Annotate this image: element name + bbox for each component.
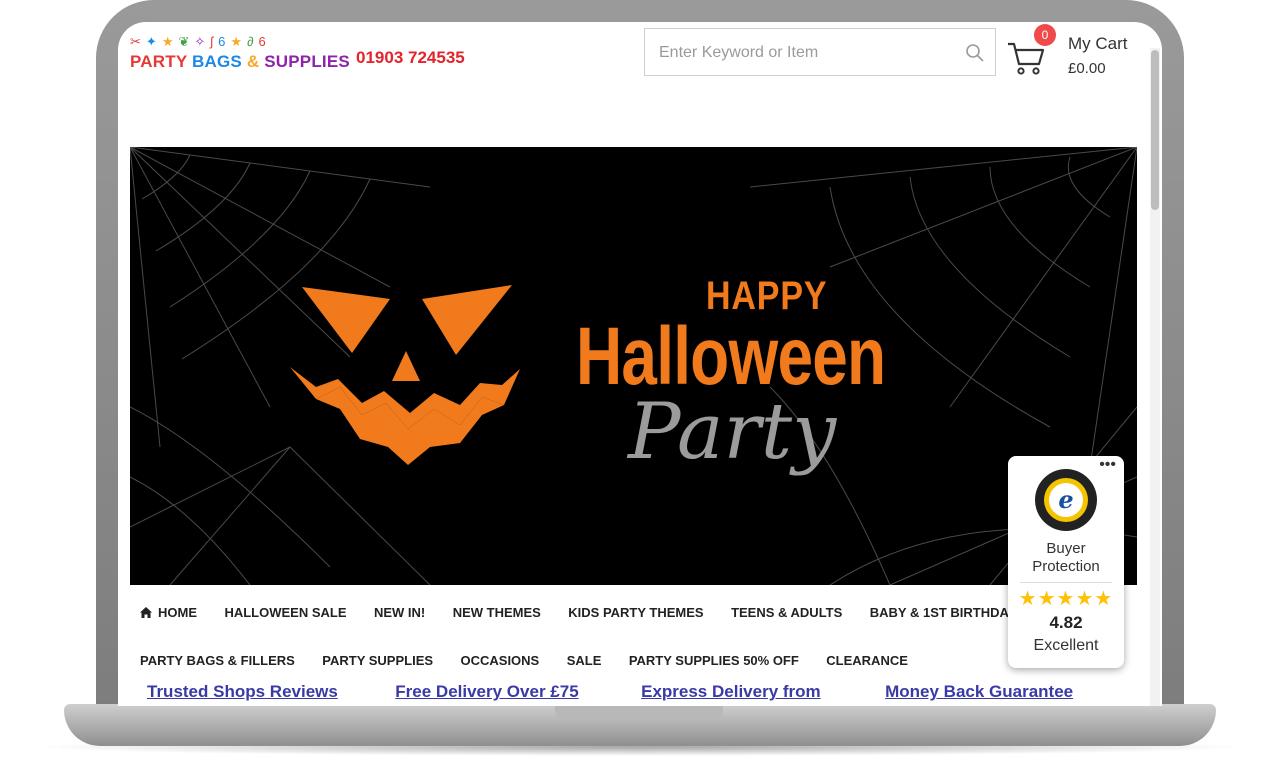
logo-word: BAGS [191,52,247,71]
phone-number[interactable]: 01903 724535 [356,48,465,68]
trusted-shops-badge[interactable]: ••• e Buyer Protection ★★★★★ 4.82 Excell… [1008,456,1124,668]
halloween-banner[interactable]: HAPPY Halloween Party [130,147,1137,585]
cart-title[interactable]: My Cart [1068,34,1128,54]
nav-item-home[interactable]: HOME [140,605,197,620]
svg-text:e: e [1058,485,1073,514]
rating-score: 4.82 [1049,613,1083,632]
nav-item-clearance[interactable]: CLEARANCE [826,653,908,668]
nav-label: HOME [158,605,197,620]
buyer-protection-line1: Buyer [1046,540,1086,557]
buyer-protection-line2: Protection [1032,558,1100,575]
scrollbar-thumb[interactable] [1151,50,1159,210]
nav-item-party-supplies-50-off[interactable]: PARTY SUPPLIES 50% OFF [629,653,799,668]
nav-item-party-bags-fillers[interactable]: PARTY BAGS & FILLERS [140,653,295,668]
nav-item-new-themes[interactable]: NEW THEMES [453,605,541,620]
buyer-protection-label: Buyer Protection [1008,540,1124,576]
cart-count-badge: 0 [1034,24,1056,46]
link-trusted-shops-reviews[interactable]: Trusted Shops Reviews [147,682,338,702]
trust-links-bar: Trusted Shops Reviews Free Delivery Over… [147,682,1073,702]
nav-row-1: HOME HALLOWEEN SALE NEW IN! NEW THEMES K… [140,604,1039,622]
pumpkin-face [290,285,520,465]
more-options-icon[interactable]: ••• [1099,456,1116,474]
nav-item-sale[interactable]: SALE [567,653,602,668]
nav-item-teens-adults[interactable]: TEENS & ADULTS [731,605,842,620]
rating-stars: ★★★★★ [1018,588,1114,610]
logo-text: PARTY BAGS & SUPPLIES [130,52,350,72]
site-logo[interactable]: ✂ ✦ ★ ❦ ✧ ʃ 6 ★ ∂ 6 PARTY BAGS & SUPPLIES [130,34,350,78]
search-input[interactable] [657,41,961,65]
link-express-delivery[interactable]: Express Delivery from [641,682,821,702]
cart-icon[interactable] [1006,40,1046,76]
logo-word: PARTY [130,52,192,71]
cart-total: £0.00 [1068,60,1106,77]
browser-screen: ✂ ✦ ★ ❦ ✧ ʃ 6 ★ ∂ 6 PARTY BAGS & SUPPLIES 01903 7… [118,22,1162,706]
nav-item-baby-1st-birthday[interactable]: BABY & 1ST BIRTHDAY [870,605,1017,620]
search-box [644,28,996,76]
divider [1020,582,1112,583]
nav-item-kids-party-themes[interactable]: KIDS PARTY THEMES [568,605,703,620]
nav-item-occasions[interactable]: OCCASIONS [461,653,540,668]
nav-item-halloween-sale[interactable]: HALLOWEEN SALE [224,605,346,620]
link-free-delivery[interactable]: Free Delivery Over £75 [395,682,578,702]
spider-web-left [130,147,431,585]
banner-party-text: Party [628,387,837,477]
rating-label: Excellent [1033,637,1099,654]
logo-word: SUPPLIES [264,52,350,71]
nav-item-party-supplies[interactable]: PARTY SUPPLIES [322,653,433,668]
search-icon[interactable] [965,43,985,63]
page-scrollbar[interactable] [1150,48,1160,706]
confetti-decoration: ✂ ✦ ★ ❦ ✧ ʃ 6 ★ ∂ 6 [130,34,269,49]
link-money-back-guarantee[interactable]: Money Back Guarantee [885,682,1073,702]
nav-item-new-in[interactable]: NEW IN! [374,605,425,620]
trusted-shops-seal-icon: e [1035,469,1097,531]
home-icon [140,607,152,618]
laptop-notch [555,704,723,720]
logo-word: & [246,52,265,71]
nav-row-2: PARTY BAGS & FILLERS PARTY SUPPLIES OCCA… [140,652,931,670]
